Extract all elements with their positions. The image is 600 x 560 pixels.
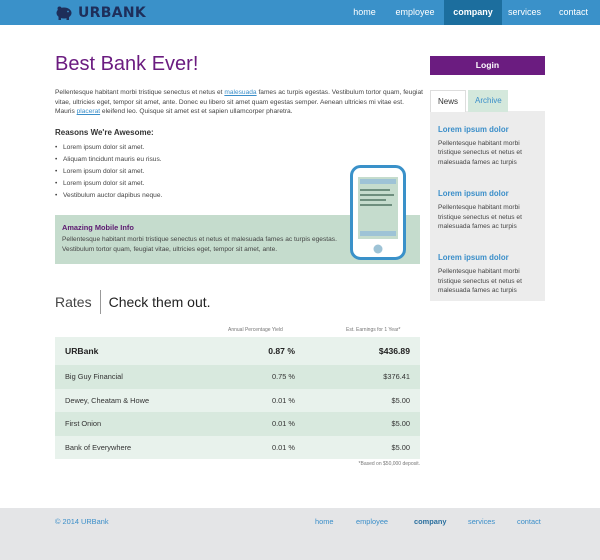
- footer-nav-contact[interactable]: contact: [517, 517, 541, 526]
- column-header-apy: Annual Percentage Yield: [228, 327, 283, 333]
- news-item: Lorem ipsum dolor Pellentesque habitant …: [438, 125, 538, 167]
- table-row: First Onion 0.01 % $5.00: [55, 412, 420, 436]
- bank-earnings: $376.41: [383, 372, 410, 382]
- sidebar-tabs: News Archive: [430, 90, 509, 112]
- rates-heading-divider: [99, 290, 101, 314]
- nav-services[interactable]: services: [502, 0, 547, 25]
- bank-apy: 0.75 %: [271, 372, 295, 382]
- intro-text-3: eleifend leo. Quisque sit amet est et sa…: [100, 108, 293, 116]
- news-item-text: Pellentesque habitant morbi tristique se…: [438, 140, 522, 166]
- rates-heading-left: Rates: [55, 294, 92, 310]
- footer-nav-services[interactable]: services: [468, 517, 495, 526]
- bank-name: First Onion: [65, 419, 102, 429]
- intro-text-1: Pellentesque habitant morbi tristique se…: [55, 89, 225, 96]
- intro-link-malesuada[interactable]: malesuada: [224, 89, 256, 96]
- footer-nav-home[interactable]: home: [315, 517, 334, 526]
- table-row: Dewey, Cheatam & Howe 0.01 % $5.00: [55, 388, 420, 412]
- news-item-title[interactable]: Lorem ipsum dolor: [438, 189, 538, 198]
- table-row: Bank of Everywhere 0.01 % $5.00: [55, 435, 420, 459]
- footer-nav-employee[interactable]: employee: [356, 517, 388, 526]
- news-item-title[interactable]: Lorem ipsum dolor: [438, 253, 538, 262]
- bank-apy: 0.01 %: [271, 442, 295, 452]
- list-item: Lorem ipsum dolor sit amet.: [55, 180, 162, 192]
- bank-apy: 0.01 %: [271, 419, 295, 429]
- login-button[interactable]: Login: [430, 56, 545, 75]
- piggy-bank-icon: [56, 6, 72, 20]
- column-header-earnings: Est. Earnings for 1 Year*: [346, 327, 401, 333]
- intro-link-placerat[interactable]: placerat: [77, 108, 100, 115]
- bank-apy: 0.01 %: [271, 395, 295, 405]
- bank-name: Bank of Everywhere: [65, 442, 132, 452]
- bank-name: URBank: [65, 346, 99, 356]
- site-footer: [0, 508, 600, 560]
- bank-name: Dewey, Cheatam & Howe: [65, 395, 150, 405]
- bank-earnings: $5.00: [391, 442, 411, 452]
- table-row: URBank 0.87 % $436.89: [55, 337, 420, 365]
- mobile-phone-icon: [350, 165, 406, 260]
- bank-earnings: $436.89: [378, 346, 410, 356]
- news-list: Lorem ipsum dolor Pellentesque habitant …: [438, 125, 538, 318]
- copyright: © 2014 URBank: [55, 517, 109, 526]
- list-item: Lorem ipsum dolor sit amet.: [55, 168, 162, 180]
- page-title: Best Bank Ever!: [55, 53, 199, 75]
- list-item: Aliquam tincidunt mauris eu risus.: [55, 156, 162, 168]
- rates-heading: Rates Check them out.: [55, 290, 211, 314]
- list-item: Lorem ipsum dolor sit amet.: [55, 144, 162, 156]
- mobile-info-text: Pellentesque habitant morbi tristique se…: [62, 236, 337, 253]
- site-header: URBANK home employee company services co…: [0, 0, 600, 25]
- rates-table: URBank 0.87 % $436.89 Big Guy Financial …: [55, 337, 420, 459]
- list-item: Vestibulum auctor dapibus neque.: [55, 192, 162, 204]
- news-item: Lorem ipsum dolor Pellentesque habitant …: [438, 189, 538, 231]
- brand-name: URBANK: [78, 4, 147, 21]
- tab-archive[interactable]: Archive: [468, 90, 509, 112]
- news-item-title[interactable]: Lorem ipsum dolor: [438, 125, 538, 134]
- rates-heading-right: Check them out.: [108, 294, 211, 310]
- logo[interactable]: URBANK: [55, 3, 146, 22]
- bank-earnings: $5.00: [391, 419, 411, 429]
- tab-news[interactable]: News: [430, 90, 467, 112]
- nav-employee[interactable]: employee: [386, 0, 444, 25]
- footer-nav-company[interactable]: company: [414, 517, 446, 526]
- reasons-list: Lorem ipsum dolor sit amet. Aliquam tinc…: [55, 144, 162, 204]
- rates-footnote: *Based on $50,000 deposit.: [358, 461, 420, 467]
- nav-contact[interactable]: contact: [547, 0, 600, 25]
- news-item-text: Pellentesque habitant morbi tristique se…: [438, 268, 522, 295]
- news-item-text: Pellentesque habitant morbi tristique se…: [438, 204, 522, 231]
- bank-name: Big Guy Financial: [65, 372, 123, 382]
- table-row: Big Guy Financial 0.75 % $376.41: [55, 365, 420, 389]
- reasons-heading: Reasons We're Awesome:: [55, 128, 154, 137]
- nav-home[interactable]: home: [343, 0, 386, 25]
- bank-apy: 0.87 %: [268, 346, 295, 356]
- intro-paragraph: Pellentesque habitant morbi tristique se…: [55, 88, 425, 117]
- main-nav: home employee company services contact: [343, 0, 600, 25]
- news-item: Lorem ipsum dolor Pellentesque habitant …: [438, 253, 538, 295]
- nav-company[interactable]: company: [444, 0, 502, 25]
- bank-earnings: $5.00: [391, 395, 411, 405]
